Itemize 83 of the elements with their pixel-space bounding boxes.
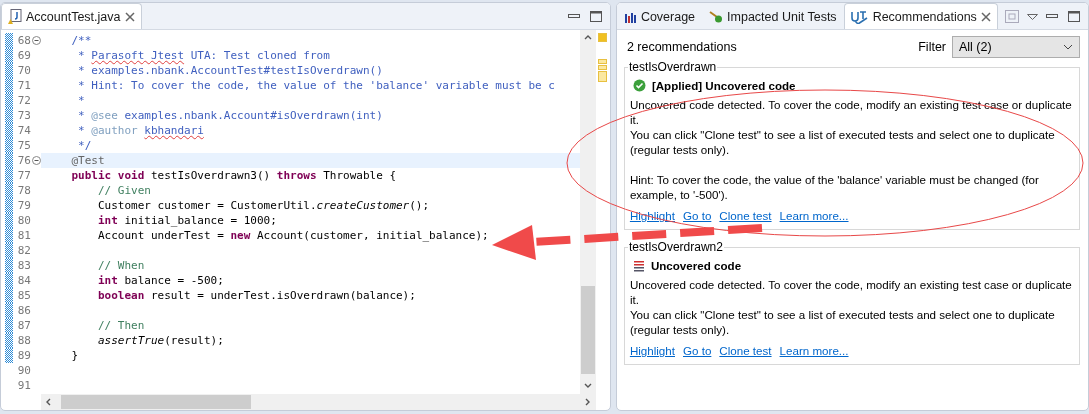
line-number: 86	[16, 304, 31, 317]
code-line: /**	[70, 34, 92, 47]
action-link[interactable]: Learn more...	[779, 209, 849, 222]
code-line: * Hint: To cover the code, the value of the 'balance' variable must be c	[77, 79, 555, 92]
line-number: 88	[16, 334, 31, 347]
line-number: 85	[16, 289, 31, 302]
line-number: 82	[16, 244, 31, 257]
code-line: int initial_balance = 1000;	[96, 214, 277, 227]
line-number: 89	[16, 349, 31, 362]
code-line: @Test	[70, 154, 105, 167]
line-number: 72	[16, 94, 31, 107]
line-number: 73	[16, 109, 31, 122]
action-link[interactable]: Learn more...	[779, 344, 849, 357]
view-menu-icon[interactable]	[1027, 13, 1038, 20]
code-line: * Parasoft Jtest UTA: Test cloned from	[77, 49, 330, 62]
arrow-target-icon	[709, 10, 724, 23]
code-line: *	[77, 94, 85, 107]
line-number: 87	[16, 319, 31, 332]
close-icon[interactable]	[980, 11, 991, 22]
collapse-icon[interactable]	[32, 36, 41, 45]
code-line: // Given	[96, 184, 151, 197]
code-line: Customer customer = CustomerUtil.createCustomer();	[96, 199, 430, 212]
code-line: boolean result = underTest.isOverdrawn(balance);	[96, 289, 416, 302]
code-line: // When	[96, 259, 145, 272]
line-number: 80	[16, 214, 31, 227]
action-link[interactable]: Clone test	[719, 344, 772, 357]
filter-label: Filter	[918, 40, 946, 54]
line-number: 83	[16, 259, 31, 272]
line-number: 68	[16, 34, 31, 47]
code-line: assertTrue(result);	[96, 334, 224, 347]
line-number: 79	[16, 199, 31, 212]
recommendation-title: Uncovered code	[650, 259, 742, 272]
filter-dropdown[interactable]: All (2)	[952, 36, 1080, 58]
line-number: 71	[16, 79, 31, 92]
line-number: 69	[16, 49, 31, 62]
action-link[interactable]: Go to	[683, 209, 712, 222]
action-link[interactable]: Go to	[683, 344, 712, 357]
line-number: 75	[16, 139, 31, 152]
vertical-scrollbar[interactable]	[579, 30, 596, 394]
java-file-icon	[8, 9, 22, 24]
bar-chart-icon	[623, 10, 637, 23]
description-text: You can click "Clone test" to see a list of executed tests and select one to duplicate (regular tests only).	[629, 127, 1056, 157]
code-line: * @see examples.nbank.Account#isOverdrawn(int)	[77, 109, 383, 122]
code-line: * @author kbhandari	[77, 124, 204, 137]
test-name: testIsOverdrawn2	[627, 240, 724, 254]
line-number: 74	[16, 124, 31, 137]
minimize-icon[interactable]	[567, 14, 580, 19]
line-number: 70	[16, 64, 31, 77]
action-link[interactable]: Highlight	[629, 344, 675, 357]
maximize-icon[interactable]	[1068, 11, 1080, 22]
recommendation-title: [Applied] Uncovered code	[651, 79, 796, 92]
collapse-icon[interactable]	[32, 156, 41, 165]
minimize-icon[interactable]	[1046, 14, 1058, 19]
code-line: int balance = -500;	[96, 274, 224, 287]
line-number: 81	[16, 229, 31, 242]
editor-tab[interactable]: AccountTest.java	[1, 3, 142, 29]
line-number: 76	[16, 154, 31, 167]
line-number: 77	[16, 169, 31, 182]
maximize-icon[interactable]	[589, 11, 602, 22]
test-name: testIsOverdrawn	[627, 60, 718, 74]
scroll-thumb[interactable]	[580, 286, 595, 374]
view-tab[interactable]: Impacted Unit Tests	[702, 3, 844, 29]
view-tab[interactable]: Coverage	[616, 3, 703, 29]
code-line: */	[77, 139, 92, 152]
horizontal-scrollbar[interactable]	[41, 394, 596, 410]
line-number: 91	[16, 379, 31, 392]
description-text: You can click "Clone test" to see a list of executed tests and select one to duplicate (regular tests only).	[629, 307, 1056, 337]
view-tab[interactable]: Recommendations	[843, 3, 998, 29]
code-line: public void testIsOverdrawn3() throws Throwable {	[70, 169, 397, 182]
action-link[interactable]: Clone test	[719, 209, 772, 222]
hint-text: Hint: To cover the code, the value of the 'balance' variable must be changed (for example, to '-500').	[629, 172, 1040, 202]
code-line: }	[70, 349, 79, 362]
line-number: 78	[16, 184, 31, 197]
code-line: // Then	[96, 319, 145, 332]
check-logo-icon	[850, 9, 869, 24]
close-icon[interactable]	[124, 11, 135, 22]
description-text: Uncovered code detected. To cover the code, modify an existing test case or duplicate it.	[629, 277, 1073, 307]
code-line: Account underTest = new Account(customer, initial_balance);	[96, 229, 489, 242]
line-number: 90	[16, 364, 31, 377]
line-number: 84	[16, 274, 31, 287]
recommendation-count: 2 recommendations	[626, 40, 738, 54]
chevron-down-icon	[1063, 44, 1073, 50]
code-line: * examples.nbank.AccountTest#testIsOverdrawn()	[77, 64, 383, 77]
